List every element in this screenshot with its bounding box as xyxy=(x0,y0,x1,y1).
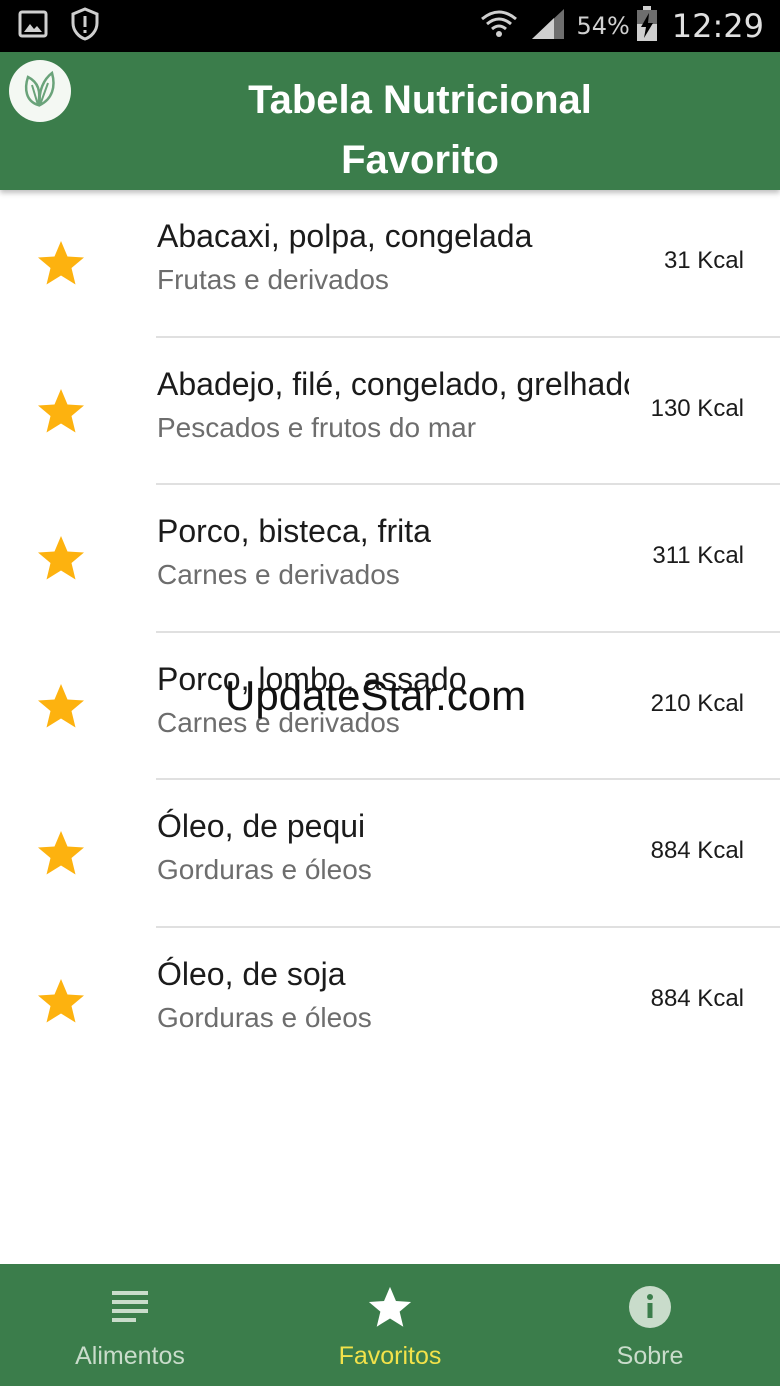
star-icon xyxy=(367,1284,413,1330)
nav-label: Sobre xyxy=(616,1342,684,1370)
clock: 12:29 xyxy=(671,7,764,45)
list-icon xyxy=(111,1284,149,1330)
food-name: Óleo, de soja xyxy=(157,955,346,992)
list-item[interactable]: Óleo, de pequi Gorduras e óleos 884 Kcal xyxy=(0,780,780,928)
food-name: Porco, bisteca, frita xyxy=(157,513,431,549)
list-item[interactable]: Óleo, de soja Gorduras e óleos 884 Kcal xyxy=(0,928,780,1076)
status-right: 54% 12:29 xyxy=(468,5,764,47)
star-icon[interactable] xyxy=(36,681,86,731)
food-kcal: 311 Kcal xyxy=(652,542,744,569)
battery-percent: 54% xyxy=(576,12,630,40)
food-kcal: 31 Kcal xyxy=(663,247,744,274)
nav-alimentos[interactable]: Alimentos xyxy=(0,1264,260,1386)
status-bar: 54% 12:29 xyxy=(0,0,780,52)
image-icon xyxy=(18,9,48,44)
list-item[interactable]: Porco, bisteca, frita Carnes e derivados… xyxy=(0,485,780,633)
food-category: Gorduras e óleos xyxy=(157,1001,372,1033)
star-icon[interactable] xyxy=(36,386,86,436)
food-name: Abadejo, filé, congelado, grelhado xyxy=(157,365,629,402)
title-main: Tabela Nutricional xyxy=(248,78,592,122)
list-item[interactable]: Abacaxi, polpa, congelada Frutas e deriv… xyxy=(0,190,780,338)
favorites-list: Abacaxi, polpa, congelada Frutas e deriv… xyxy=(0,190,780,1075)
food-name: Abacaxi, polpa, congelada xyxy=(157,218,533,254)
status-left xyxy=(18,6,122,46)
page-title: Tabela Nutricional Favorito xyxy=(60,70,780,190)
bottom-nav: Alimentos Favoritos Sobre xyxy=(0,1264,780,1386)
food-name: Óleo, de pequi xyxy=(157,808,366,844)
list-item[interactable]: Abadejo, filé, congelado, grelhado Pesca… xyxy=(0,338,780,485)
shield-alert-icon xyxy=(70,6,100,46)
food-kcal: 884 Kcal xyxy=(650,984,744,1012)
food-kcal: 884 Kcal xyxy=(650,837,744,864)
info-icon xyxy=(628,1284,672,1330)
food-category: Pescados e frutos do mar xyxy=(157,411,477,443)
signal-icon xyxy=(530,7,566,46)
star-icon[interactable] xyxy=(36,828,86,878)
star-icon[interactable] xyxy=(36,976,86,1026)
watermark: UpdateStar.com xyxy=(225,672,527,719)
star-icon[interactable] xyxy=(36,238,86,288)
food-category: Frutas e derivados xyxy=(157,264,389,295)
nav-label: Alimentos xyxy=(75,1342,185,1370)
nav-sobre[interactable]: Sobre xyxy=(520,1264,780,1386)
nav-favoritos[interactable]: Favoritos xyxy=(260,1264,520,1386)
title-sub: Favorito xyxy=(341,138,499,182)
food-kcal: 130 Kcal xyxy=(650,394,744,422)
wifi-icon xyxy=(480,7,518,46)
app-bar: Tabela Nutricional Favorito xyxy=(0,52,780,190)
food-kcal: 210 Kcal xyxy=(650,689,744,717)
leaf-icon xyxy=(20,69,60,114)
nav-label: Favoritos xyxy=(338,1342,442,1370)
food-category: Carnes e derivados xyxy=(157,559,400,590)
battery-charging-icon xyxy=(636,5,658,47)
star-icon[interactable] xyxy=(36,533,86,583)
food-category: Gorduras e óleos xyxy=(157,854,372,885)
